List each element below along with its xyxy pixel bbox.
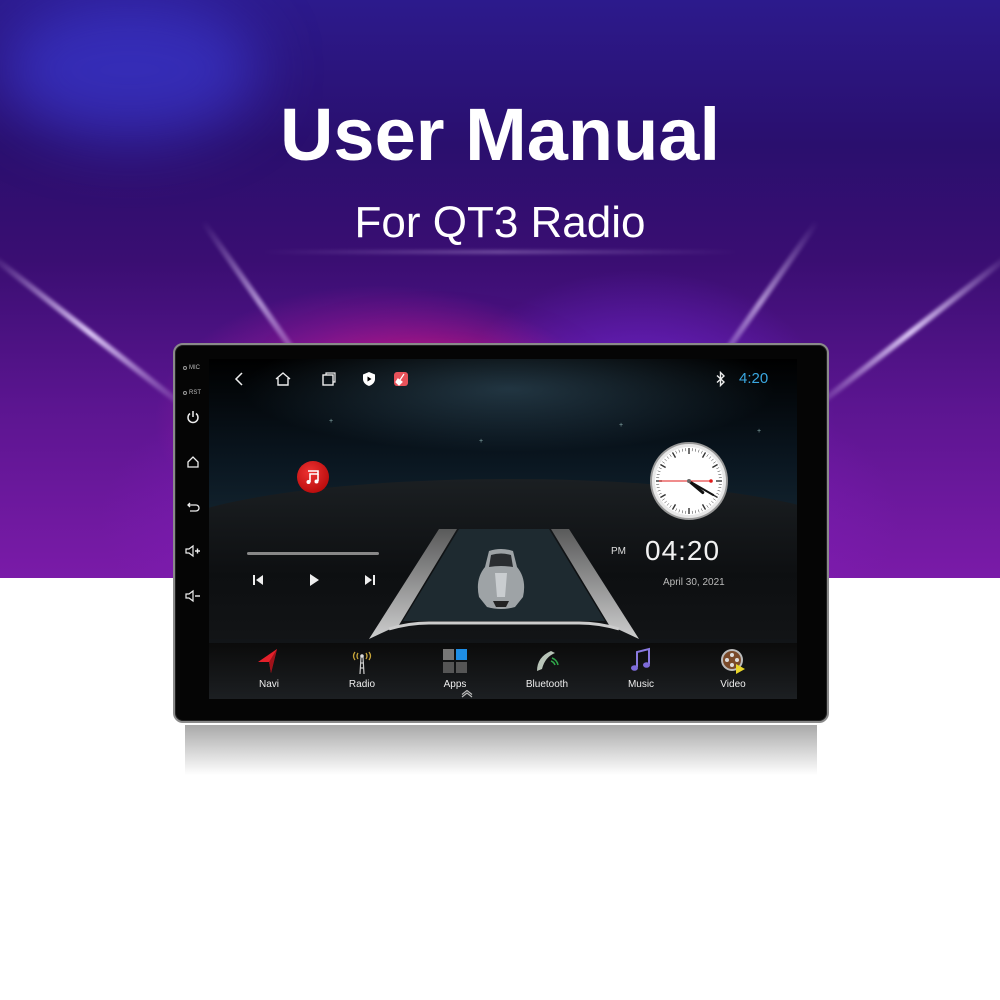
cleaner-app-button[interactable] — [391, 369, 411, 389]
play-icon — [310, 574, 319, 586]
phone-handset-icon — [537, 651, 559, 671]
dock-label: Apps — [443, 679, 467, 690]
volume-up-icon — [185, 544, 200, 558]
volume-up-button[interactable] — [183, 541, 203, 561]
home-icon — [275, 372, 291, 386]
star-sparkle: + — [619, 422, 624, 429]
status-bar: 4:20 — [209, 359, 797, 399]
back-icon — [234, 372, 243, 386]
app-dock: Navi Radio Apps Bluetooth Music Video — [209, 643, 797, 699]
cleaner-app-icon — [394, 372, 408, 386]
shield-app-button[interactable] — [359, 369, 379, 389]
star-sparkle: + — [479, 438, 484, 445]
star-sparkle: + — [757, 428, 762, 435]
volume-down-button[interactable] — [183, 586, 203, 606]
music-note-icon — [306, 470, 319, 484]
light-beam — [260, 250, 740, 254]
dock-item-radio[interactable]: Radio — [322, 643, 402, 699]
dock-label: Navi — [258, 679, 279, 690]
device-reflection — [185, 725, 817, 775]
radio-antenna-icon — [352, 651, 372, 675]
music-note-icon — [631, 647, 650, 671]
car-graphic — [477, 549, 525, 609]
back-side-button[interactable] — [183, 496, 203, 516]
status-time: 4:20 — [739, 370, 769, 387]
side-button-panel: MIC RST — [175, 345, 209, 721]
bluetooth-status — [711, 369, 731, 389]
power-icon — [187, 411, 199, 424]
home-icon — [187, 456, 199, 468]
rst-text: RST — [189, 390, 201, 396]
mic-label: MIC — [183, 365, 200, 371]
music-widget-badge[interactable] — [297, 461, 329, 493]
light-beam — [0, 250, 195, 416]
clock-ampm: PM — [611, 546, 626, 557]
volume-down-icon — [185, 589, 200, 603]
nav-recents-button[interactable] — [319, 369, 339, 389]
dock-item-music[interactable]: Music — [601, 643, 681, 699]
back-icon — [187, 502, 200, 512]
light-beam — [805, 250, 1000, 416]
clock-date: April 30, 2021 — [663, 577, 725, 588]
bluetooth-icon — [716, 371, 726, 387]
display-screen: 4:20 + + + + + + — [209, 359, 797, 699]
power-button[interactable] — [183, 407, 203, 427]
dock-item-bluetooth[interactable]: Bluetooth — [507, 643, 587, 699]
recents-icon — [322, 372, 336, 386]
play-button[interactable] — [303, 569, 325, 591]
dock-item-video[interactable]: Video — [693, 643, 773, 699]
dock-label: Video — [720, 679, 746, 690]
mic-text: MIC — [189, 365, 200, 371]
page-subtitle: For QT3 Radio — [354, 198, 646, 247]
page-title: User Manual — [279, 93, 721, 176]
film-reel-icon — [721, 649, 745, 674]
dock-item-navi[interactable]: Navi — [229, 643, 309, 699]
reset-hole-icon — [183, 391, 187, 395]
media-progress-bar[interactable] — [247, 552, 379, 555]
dock-label: Music — [627, 679, 655, 690]
dock-item-apps[interactable]: Apps — [415, 643, 495, 699]
navigation-arrow-icon — [258, 649, 277, 673]
dock-label: Radio — [348, 679, 376, 690]
app-drawer-handle[interactable] — [459, 690, 475, 698]
shield-play-icon — [363, 372, 375, 386]
nav-home-button[interactable] — [273, 369, 293, 389]
head-unit: MIC RST 4:20 + + + + PM 04:20 April 30, … — [173, 343, 829, 723]
previous-icon — [253, 575, 263, 585]
star-sparkle: + — [329, 418, 334, 425]
digital-clock: 04:20 — [645, 535, 721, 566]
analog-clock — [650, 442, 728, 520]
dock-label: Bluetooth — [525, 679, 569, 690]
rst-label[interactable]: RST — [183, 390, 201, 396]
apps-grid-icon — [443, 649, 467, 673]
mic-hole-icon — [183, 366, 187, 370]
nav-back-button[interactable] — [229, 369, 249, 389]
previous-button[interactable] — [247, 569, 269, 591]
home-side-button[interactable] — [183, 452, 203, 472]
